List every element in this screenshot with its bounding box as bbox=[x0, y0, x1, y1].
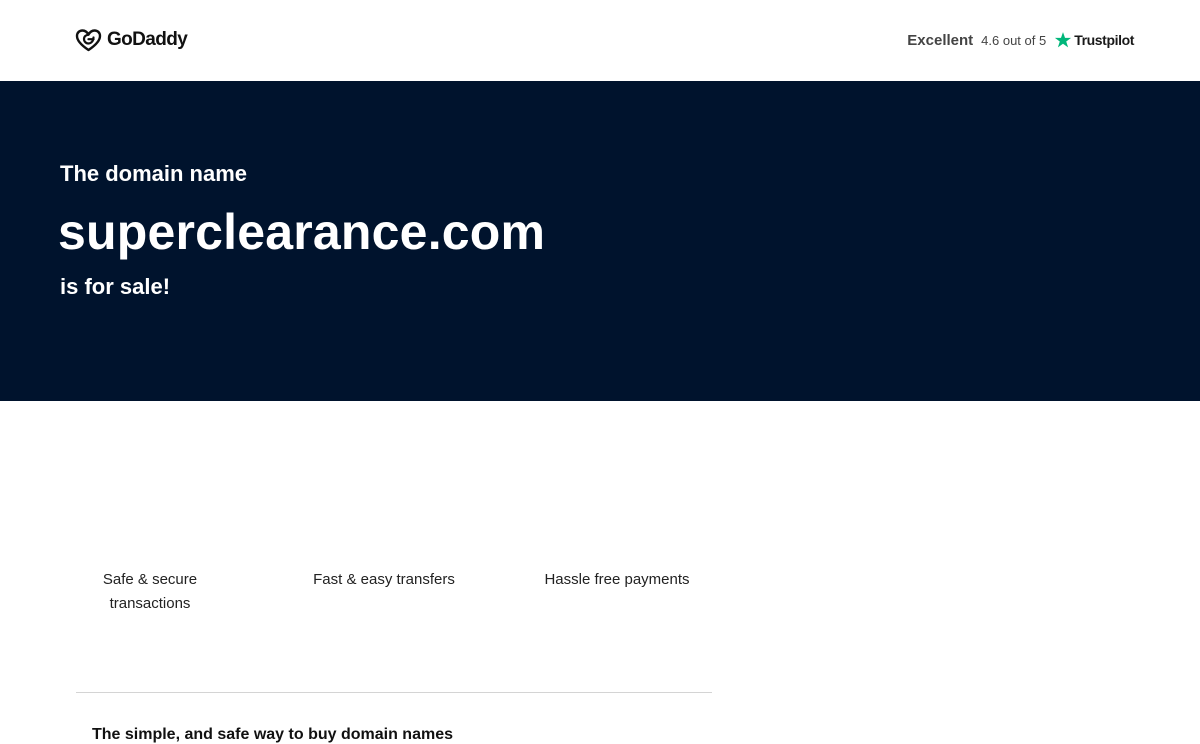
hero-pre-text: The domain name bbox=[60, 161, 248, 186]
hero-post-text: is for sale! bbox=[60, 274, 171, 299]
feature-label: Fast & easy transfers bbox=[313, 571, 455, 588]
godaddy-heart-icon bbox=[75, 28, 102, 53]
feature-label: Hassle free payments bbox=[544, 571, 690, 588]
rating-word: Excellent bbox=[907, 31, 974, 49]
trustpilot-rating-link[interactable]: Excellent 4.6 out of 5 Trustpilot bbox=[907, 29, 1134, 51]
feature-label: Safe & secure transactions bbox=[102, 571, 198, 612]
rating-score: 4.6 out of 5 bbox=[981, 32, 1047, 48]
hero-banner: The domain name superclearance.com is fo… bbox=[0, 81, 1200, 401]
section-divider bbox=[76, 692, 712, 693]
feature-safe-secure: Safe & secure transactions bbox=[50, 568, 250, 616]
logo-wordmark: GoDaddy bbox=[107, 29, 188, 50]
trustpilot-star-icon bbox=[1054, 31, 1074, 49]
godaddy-logo-link[interactable]: GoDaddy bbox=[75, 27, 188, 53]
section-heading: The simple, and safe way to buy domain n… bbox=[92, 726, 453, 743]
domain-name-title: superclearance.com bbox=[58, 204, 546, 260]
feature-hassle-free: Hassle free payments bbox=[517, 568, 717, 592]
feature-fast-transfers: Fast & easy transfers bbox=[284, 568, 484, 592]
trustpilot-wordmark: Trustpilot bbox=[1074, 32, 1134, 48]
site-header: GoDaddy Excellent 4.6 out of 5 Trustpilo… bbox=[0, 0, 1200, 81]
